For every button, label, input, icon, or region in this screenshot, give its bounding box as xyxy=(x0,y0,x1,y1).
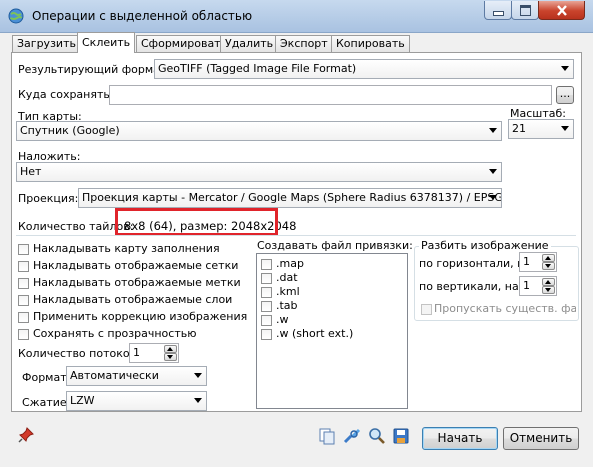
option-label: Сохранять с прозрачностью xyxy=(33,327,197,340)
spin-down-icon[interactable] xyxy=(542,286,555,294)
close-icon xyxy=(556,4,567,16)
checkbox[interactable] xyxy=(261,273,272,284)
list-item-label: .map xyxy=(276,257,304,270)
tab-generate[interactable]: Сформировать xyxy=(136,35,233,52)
threads-spinner[interactable]: 1 xyxy=(129,343,179,363)
checkbox[interactable] xyxy=(261,287,272,298)
projection-label: Проекция: xyxy=(18,192,79,205)
spin-up-icon[interactable] xyxy=(542,254,555,262)
overlay-select[interactable]: Нет xyxy=(16,162,502,182)
app-globe-icon xyxy=(8,8,24,24)
tab-copy[interactable]: Копировать xyxy=(331,35,410,52)
spin-down-icon[interactable] xyxy=(164,353,177,361)
close-button[interactable] xyxy=(538,1,585,20)
tab-export[interactable]: Экспорт xyxy=(275,35,333,52)
result-format-select[interactable]: GeoTIFF (Tagged Image File Format) xyxy=(154,59,574,79)
divider xyxy=(16,235,576,236)
map-type-value: Спутник (Google) xyxy=(20,124,120,137)
highlight-box xyxy=(115,208,278,236)
save-icon[interactable] xyxy=(393,428,409,444)
scale-select[interactable]: 21 xyxy=(508,119,574,139)
option-label: Накладывать отображаемые сетки xyxy=(33,259,239,272)
list-item-label: .tab xyxy=(276,299,298,312)
split-vertical-spinner[interactable]: 1 xyxy=(519,276,557,296)
copy-icon[interactable] xyxy=(319,428,336,445)
pin-icon[interactable] xyxy=(18,427,34,443)
chevron-down-icon xyxy=(489,195,497,200)
checkbox[interactable] xyxy=(18,261,29,272)
chevron-down-icon xyxy=(489,169,497,174)
option-label: Накладывать карту заполнения xyxy=(33,242,220,255)
spin-up-icon[interactable] xyxy=(164,345,177,353)
chevron-down-icon xyxy=(194,398,202,403)
title-bar[interactable]: Операции с выделенной областью xyxy=(0,0,593,33)
checkbox[interactable] xyxy=(18,244,29,255)
projection-value: Проекция карты - Mercator / Google Maps … xyxy=(82,191,502,204)
split-horizontal-value: 1 xyxy=(523,255,530,268)
maximize-icon xyxy=(519,4,531,16)
option-label: Применить коррекцию изображения xyxy=(33,310,248,323)
checkbox[interactable] xyxy=(18,278,29,289)
format-label: Формат: xyxy=(22,371,71,384)
chevron-down-icon xyxy=(561,66,569,71)
tab-stitch[interactable]: Склеить xyxy=(77,32,136,53)
checkbox[interactable] xyxy=(18,329,29,340)
window-title: Операции с выделенной областью xyxy=(32,9,253,23)
save-to-input[interactable] xyxy=(109,85,552,105)
option-label: Накладывать отображаемые слои xyxy=(33,293,233,306)
map-type-select[interactable]: Спутник (Google) xyxy=(16,121,502,141)
split-horizontal-spinner[interactable]: 1 xyxy=(519,252,557,272)
chevron-down-icon xyxy=(561,126,569,131)
cancel-button[interactable]: Отменить xyxy=(503,427,579,450)
checkbox[interactable] xyxy=(18,312,29,323)
split-vertical-label: по вертикали, на xyxy=(419,280,519,293)
world-file-list[interactable]: .map .dat .kml .tab .w .w (short ext.) xyxy=(256,253,408,409)
chevron-down-icon xyxy=(489,128,497,133)
threads-value: 1 xyxy=(133,346,140,359)
result-format-label: Результирующий формат: xyxy=(18,63,171,76)
skip-existing-label: Пропускать существ. файл xyxy=(434,302,576,315)
options-list: Накладывать карту заполнения Накладывать… xyxy=(18,242,248,342)
split-horizontal-label: по горизонтали, на xyxy=(419,257,532,270)
checkbox[interactable] xyxy=(18,295,29,306)
split-vertical-value: 1 xyxy=(523,279,530,292)
start-button[interactable]: Начать xyxy=(422,427,498,450)
checkbox[interactable] xyxy=(261,259,272,270)
list-item-label: .w xyxy=(276,313,289,326)
checkbox[interactable] xyxy=(261,315,272,326)
compression-label: Сжатие: xyxy=(22,396,71,409)
projection-select[interactable]: Проекция карты - Mercator / Google Maps … xyxy=(78,188,502,208)
threads-label: Количество потоков xyxy=(18,347,137,360)
compression-select[interactable]: LZW xyxy=(66,391,207,411)
split-label: Разбить изображение xyxy=(419,239,551,252)
list-item-label: .w (short ext.) xyxy=(276,327,354,340)
chevron-down-icon xyxy=(194,373,202,378)
compression-value: LZW xyxy=(70,394,95,407)
save-to-label: Куда сохранять: xyxy=(18,88,114,101)
option-label: Накладывать отображаемые метки xyxy=(33,276,241,289)
tab-load[interactable]: Загрузить xyxy=(12,35,81,52)
world-file-label: Создавать файл привязки: xyxy=(257,239,413,252)
spin-down-icon[interactable] xyxy=(542,262,555,270)
scale-value: 21 xyxy=(512,122,526,135)
browse-button[interactable]: ... xyxy=(556,86,574,104)
checkbox[interactable] xyxy=(261,301,272,312)
spin-up-icon[interactable] xyxy=(542,278,555,286)
format-select[interactable]: Автоматически xyxy=(66,366,207,386)
list-item-label: .kml xyxy=(276,285,300,298)
list-item-label: .dat xyxy=(276,271,298,284)
format-value: Автоматически xyxy=(70,369,159,382)
overlay-value: Нет xyxy=(20,165,42,178)
minimize-icon xyxy=(492,11,504,16)
minimize-button[interactable] xyxy=(484,1,512,20)
skip-existing-checkbox[interactable] xyxy=(421,304,432,315)
link-icon[interactable] xyxy=(343,428,361,445)
checkbox[interactable] xyxy=(261,329,272,340)
result-format-value: GeoTIFF (Tagged Image File Format) xyxy=(158,62,357,75)
zoom-icon[interactable] xyxy=(368,427,386,445)
maximize-button[interactable] xyxy=(511,1,539,20)
tab-delete[interactable]: Удалить xyxy=(220,35,279,52)
